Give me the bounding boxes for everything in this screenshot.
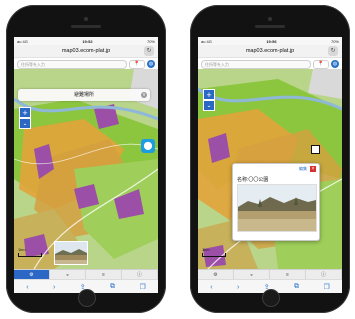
url-text: map03.ecom-plat.jp (245, 48, 295, 54)
forward-icon[interactable]: › (237, 284, 239, 291)
scale-bar (202, 253, 226, 257)
reload-icon[interactable]: ↻ (144, 46, 154, 56)
tabs-icon[interactable]: ❐ (323, 283, 329, 291)
feature-popup: 編集 × 名称:〇〇公園 (232, 163, 320, 241)
status-bar: au 4G 19:52 70% (14, 37, 158, 45)
popup-name-label: 名称:〇〇公園 (237, 177, 269, 183)
battery-label: 70% (146, 38, 155, 44)
back-icon[interactable]: ‹ (210, 284, 212, 291)
left-screen: au 4G 19:52 70% map03.ecom-plat.jp ↻ 住所等… (14, 37, 158, 293)
bookmarks-icon[interactable]: ⧉ (294, 283, 299, 291)
status-bar: au 4G 19:56 70% (198, 37, 342, 45)
forward-icon[interactable]: › (53, 284, 55, 291)
zoom-controls: + - (203, 89, 215, 111)
tabs-icon[interactable]: ❐ (139, 283, 145, 291)
url-text: map03.ecom-plat.jp (61, 48, 111, 54)
right-phone: au 4G 19:56 70% map03.ecom-plat.jp ↻ 住所等… (190, 5, 350, 313)
home-button[interactable] (78, 289, 96, 307)
address-search-input[interactable]: 住所等を入力 (17, 59, 127, 69)
legend-title: 避難場所 (73, 92, 94, 98)
zoom-controls: + - (19, 107, 31, 129)
zoom-in-button[interactable]: + (19, 107, 31, 118)
bookmarks-icon[interactable]: ⧉ (110, 283, 115, 291)
right-screen: au 4G 19:56 70% map03.ecom-plat.jp ↻ 住所等… (198, 37, 342, 293)
zoom-out-button[interactable]: - (19, 118, 31, 129)
url-bar[interactable]: map03.ecom-plat.jp ↻ (198, 45, 342, 58)
back-icon[interactable]: ‹ (26, 284, 28, 291)
selected-feature-marker[interactable] (311, 145, 320, 154)
earpiece-speaker (71, 25, 101, 28)
front-camera (84, 17, 88, 21)
pin-button[interactable]: 📍 (313, 59, 329, 69)
reload-icon[interactable]: ↻ (328, 46, 338, 56)
carrier-label: au 4G (17, 38, 28, 44)
legend-panel[interactable]: 避難場所 v (18, 89, 150, 101)
scale-label: 1km (202, 247, 210, 252)
carrier-label: au 4G (201, 38, 212, 44)
legend-collapse-icon[interactable]: v (141, 92, 147, 98)
front-camera (268, 17, 272, 21)
scale-label: 1km (18, 247, 26, 252)
earpiece-speaker (255, 25, 285, 28)
globe-icon[interactable]: ◍ (331, 60, 339, 68)
location-pin-icon[interactable]: ⬤ (141, 139, 155, 153)
park-landscape-photo-icon (238, 185, 316, 231)
pin-button[interactable]: 📍 (129, 59, 145, 69)
zoom-out-button[interactable]: - (203, 100, 215, 111)
url-bar[interactable]: map03.ecom-plat.jp ↻ (14, 45, 158, 58)
zoom-in-button[interactable]: + (203, 89, 215, 100)
clock: 19:56 (266, 38, 277, 44)
address-search-input[interactable]: 住所等を入力 (201, 59, 311, 69)
home-button[interactable] (262, 289, 280, 307)
clock: 19:52 (82, 38, 93, 44)
globe-icon[interactable]: ◍ (147, 60, 155, 68)
popup-edit-link[interactable]: 編集 (299, 166, 307, 172)
scale-bar (18, 253, 42, 257)
park-photo (237, 184, 317, 232)
landscape-photo-icon (55, 242, 87, 264)
popup-close-button[interactable]: × (310, 166, 316, 172)
photo-thumbnail[interactable] (54, 241, 88, 265)
battery-label: 70% (330, 38, 339, 44)
left-phone: au 4G 19:52 70% map03.ecom-plat.jp ↻ 住所等… (6, 5, 166, 313)
